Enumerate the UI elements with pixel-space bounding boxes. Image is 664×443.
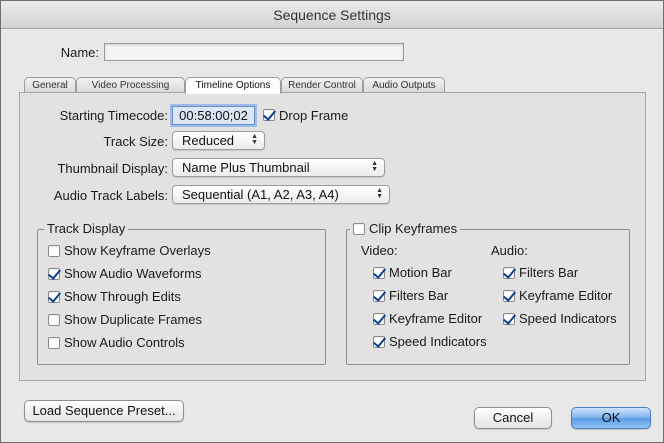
video-speed-indicators-checkbox[interactable] — [373, 336, 385, 348]
video-heading: Video: — [361, 243, 398, 258]
name-label: Name: — [60, 45, 99, 60]
audio-filters-bar-label: Filters Bar — [519, 265, 579, 280]
popup-arrows-icon: ▲ ▼ — [371, 160, 378, 173]
audio-speed-indicators-checkbox[interactable] — [503, 313, 515, 325]
audio-track-labels-value: Sequential (A1, A2, A3, A4) — [182, 187, 339, 202]
show-audio-controls-label: Show Audio Controls — [64, 335, 185, 350]
audio-heading: Audio: — [491, 243, 528, 258]
clip-keyframes-checkbox[interactable] — [353, 223, 365, 235]
video-speed-indicators-label: Speed Indicators — [389, 334, 487, 349]
show-duplicate-frames-label: Show Duplicate Frames — [64, 312, 202, 327]
audio-keyframe-editor-label: Keyframe Editor — [519, 288, 613, 303]
clip-keyframes-title: Clip Keyframes — [369, 221, 458, 236]
drop-frame-checkbox[interactable] — [263, 109, 275, 121]
show-keyframe-overlays-checkbox[interactable] — [48, 245, 60, 257]
audio-track-labels-label: Audio Track Labels: — [53, 188, 168, 203]
track-display-title: Track Display — [44, 222, 129, 236]
tab-general[interactable]: General — [24, 77, 76, 93]
track-size-label: Track Size: — [103, 134, 168, 149]
show-duplicate-frames-checkbox[interactable] — [48, 314, 60, 326]
thumbnail-display-value: Name Plus Thumbnail — [182, 160, 310, 175]
tab-timeline-options[interactable]: Timeline Options — [185, 77, 281, 94]
drop-frame-label: Drop Frame — [279, 108, 349, 123]
tab-audio-outputs[interactable]: Audio Outputs — [363, 77, 445, 93]
show-audio-waveforms-checkbox[interactable] — [48, 268, 60, 280]
audio-track-labels-select[interactable]: Sequential (A1, A2, A3, A4) ▲ ▼ — [172, 185, 390, 204]
audio-keyframe-editor-checkbox[interactable] — [503, 290, 515, 302]
video-filters-bar-checkbox[interactable] — [373, 290, 385, 302]
video-motion-bar-label: Motion Bar — [389, 265, 452, 280]
show-audio-controls-checkbox[interactable] — [48, 337, 60, 349]
starting-timecode-field[interactable]: 00:58:00;02 — [172, 106, 255, 125]
video-motion-bar-checkbox[interactable] — [373, 267, 385, 279]
video-filters-bar-label: Filters Bar — [389, 288, 449, 303]
show-through-edits-checkbox[interactable] — [48, 291, 60, 303]
audio-filters-bar-checkbox[interactable] — [503, 267, 515, 279]
video-keyframe-editor-checkbox[interactable] — [373, 313, 385, 325]
popup-arrows-icon: ▲ ▼ — [251, 133, 258, 146]
sequence-settings-dialog: Sequence Settings Name: General Video Pr… — [0, 0, 664, 443]
track-size-select[interactable]: Reduced ▲ ▼ — [172, 131, 265, 150]
popup-arrows-icon: ▲ ▼ — [376, 187, 383, 200]
thumbnail-display-select[interactable]: Name Plus Thumbnail ▲ ▼ — [172, 158, 385, 177]
show-keyframe-overlays-label: Show Keyframe Overlays — [64, 243, 211, 258]
video-keyframe-editor-label: Keyframe Editor — [389, 311, 483, 326]
cancel-button[interactable]: Cancel — [474, 407, 552, 429]
track-size-value: Reduced — [182, 133, 235, 148]
tab-video-processing[interactable]: Video Processing — [76, 77, 185, 93]
ok-button[interactable]: OK — [571, 407, 651, 429]
name-input[interactable] — [104, 43, 404, 61]
window-title: Sequence Settings — [1, 1, 663, 29]
tab-render-control[interactable]: Render Control — [281, 77, 363, 93]
show-audio-waveforms-label: Show Audio Waveforms — [64, 266, 202, 281]
load-sequence-preset-button[interactable]: Load Sequence Preset... — [24, 400, 184, 422]
starting-timecode-label: Starting Timecode: — [59, 108, 168, 123]
audio-speed-indicators-label: Speed Indicators — [519, 311, 617, 326]
show-through-edits-label: Show Through Edits — [64, 289, 181, 304]
clip-keyframes-header: Clip Keyframes — [350, 222, 460, 237]
thumbnail-display-label: Thumbnail Display: — [57, 161, 168, 176]
